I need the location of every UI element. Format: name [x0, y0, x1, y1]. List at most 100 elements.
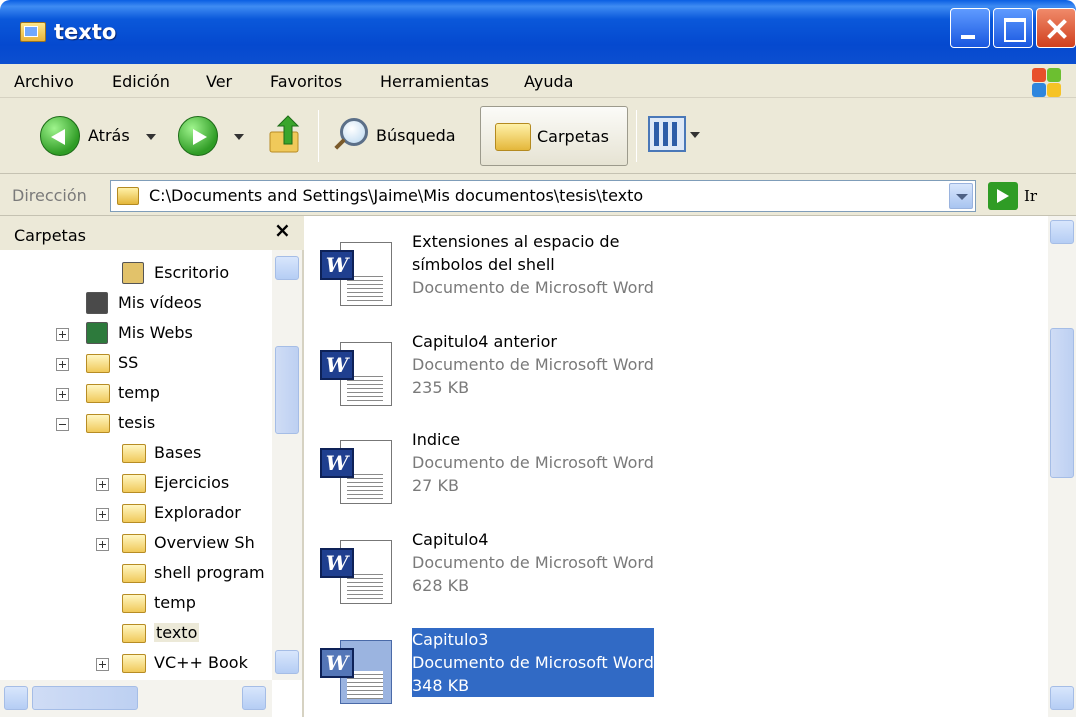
scroll-down-icon[interactable] [275, 650, 299, 674]
go-arrow-icon[interactable] [988, 182, 1018, 210]
back-arrow-icon[interactable] [40, 116, 80, 156]
back-dropdown-icon[interactable] [146, 134, 156, 140]
tree-item[interactable]: Overview Sh [0, 530, 272, 560]
toolbar-separator [636, 110, 637, 162]
tree-item[interactable]: Ejercicios [0, 470, 272, 500]
file-item[interactable]: W Extensiones al espacio de símbolos del s… [320, 230, 680, 326]
tree-item[interactable]: VC++ Book [0, 650, 272, 680]
file-type: Documento de Microsoft Word [412, 278, 654, 297]
file-details: Capitulo3 Documento de Microsoft Word 348 … [412, 628, 654, 697]
tree-item[interactable]: temp [0, 590, 272, 620]
tree-vertical-scrollbar[interactable] [272, 250, 302, 680]
menu-ayuda[interactable]: Ayuda [524, 72, 573, 91]
address-dropdown-icon[interactable] [949, 183, 973, 209]
scroll-thumb[interactable] [275, 346, 299, 434]
close-pane-icon[interactable]: × [274, 218, 291, 242]
tree-item[interactable]: Bases [0, 440, 272, 470]
tree-item[interactable]: Escritorio [0, 260, 272, 290]
minimize-button[interactable] [950, 8, 990, 48]
file-item[interactable]: W Capitulo3 Documento de Microsoft Word 348… [320, 628, 680, 717]
scroll-up-icon[interactable] [275, 256, 299, 280]
tree-item[interactable]: Mis vídeos [0, 290, 272, 320]
expand-icon[interactable] [96, 478, 109, 491]
address-field[interactable]: C:\Documents and Settings\Jaime\Mis docu… [110, 180, 976, 212]
tree-item[interactable]: SS [0, 350, 272, 380]
tree-item[interactable]: Mis Webs [0, 320, 272, 350]
scroll-thumb[interactable] [1050, 328, 1074, 478]
folder-icon [86, 354, 110, 373]
folder-tree: Escritorio Mis vídeos Mis Webs SS temp tesis B… [0, 250, 272, 680]
folder-icon [122, 594, 146, 613]
file-size: 628 KB [412, 576, 470, 595]
menu-favoritos[interactable]: Favoritos [270, 72, 342, 91]
expand-icon[interactable] [56, 388, 69, 401]
expand-icon[interactable] [56, 358, 69, 371]
window-title: texto [54, 20, 117, 44]
menu-herramientas[interactable]: Herramientas [380, 72, 489, 91]
expand-icon[interactable] [56, 328, 69, 341]
tree-item[interactable]: Explorador [0, 500, 272, 530]
tree-item[interactable]: texto [0, 620, 272, 650]
tree-item[interactable]: shell program [0, 560, 272, 590]
file-item[interactable]: W Capitulo4 Documento de Microsoft Word 628… [320, 528, 680, 624]
word-document-icon: W [320, 440, 392, 506]
expand-icon[interactable] [96, 508, 109, 521]
toolbar-separator [318, 110, 319, 162]
address-label: Dirección [12, 186, 87, 205]
search-icon[interactable] [330, 116, 370, 156]
maximize-button[interactable] [993, 8, 1033, 48]
windows-logo-icon [1030, 66, 1062, 98]
file-item[interactable]: W Indice Documento de Microsoft Word 27 KB [320, 428, 680, 524]
file-type: Documento de Microsoft Word [412, 453, 654, 472]
scroll-up-icon[interactable] [1050, 220, 1074, 244]
up-folder-icon[interactable] [268, 114, 304, 154]
address-path[interactable]: C:\Documents and Settings\Jaime\Mis docu… [149, 186, 643, 205]
close-button[interactable] [1036, 8, 1076, 48]
scroll-right-icon[interactable] [242, 686, 266, 710]
folders-button[interactable]: Carpetas [480, 106, 628, 166]
folder-icon [122, 654, 146, 673]
file-details: Extensiones al espacio de símbolos del sh… [412, 230, 654, 299]
file-item[interactable]: W Capitulo4 anterior Documento de Microsof… [320, 330, 680, 426]
tree-item-label: tesis [118, 413, 156, 432]
tree-item-label: temp [118, 383, 160, 402]
folders-pane-header: Carpetas × [0, 216, 304, 250]
folder-icon [86, 384, 110, 403]
scroll-down-icon[interactable] [1050, 686, 1074, 710]
file-list-vertical-scrollbar[interactable] [1048, 216, 1076, 717]
tree-item-label: Escritorio [154, 263, 230, 282]
collapse-icon[interactable] [56, 418, 69, 431]
file-name: símbolos del shell [412, 255, 555, 274]
tree-item-label: texto [154, 623, 200, 642]
tree-item-label: shell program [154, 563, 265, 582]
scroll-thumb[interactable] [32, 686, 138, 710]
title-bar[interactable]: texto [0, 0, 1076, 64]
tree-horizontal-scrollbar[interactable] [0, 680, 272, 717]
menu-edicion[interactable]: Edición [112, 72, 170, 91]
file-details: Indice Documento de Microsoft Word 27 KB [412, 428, 654, 497]
forward-arrow-icon[interactable] [178, 116, 218, 156]
tree-item[interactable]: temp [0, 380, 272, 410]
file-name: Indice [412, 430, 461, 449]
file-size: 235 KB [412, 378, 470, 397]
back-button-label[interactable]: Atrás [88, 126, 130, 145]
menu-ver[interactable]: Ver [206, 72, 232, 91]
search-button-label[interactable]: Búsqueda [376, 126, 456, 145]
expand-icon[interactable] [96, 538, 109, 551]
forward-dropdown-icon[interactable] [234, 134, 244, 140]
menu-bar: Archivo Edición Ver Favoritos Herramient… [0, 64, 1076, 98]
expand-icon[interactable] [96, 658, 109, 671]
file-size: 27 KB [412, 476, 459, 495]
views-icon[interactable] [648, 116, 686, 152]
go-button-label[interactable]: Ir [1024, 187, 1037, 205]
folder-icon [117, 187, 139, 205]
address-bar: Dirección C:\Documents and Settings\Jaim… [0, 174, 1076, 216]
file-type: Documento de Microsoft Word [412, 553, 654, 572]
menu-archivo[interactable]: Archivo [14, 72, 74, 91]
scroll-left-icon[interactable] [4, 686, 28, 710]
tree-item[interactable]: tesis [0, 410, 272, 440]
desktop-icon [122, 262, 144, 284]
videos-icon [86, 292, 108, 314]
webs-icon [86, 322, 108, 344]
views-dropdown-icon[interactable] [690, 132, 700, 138]
